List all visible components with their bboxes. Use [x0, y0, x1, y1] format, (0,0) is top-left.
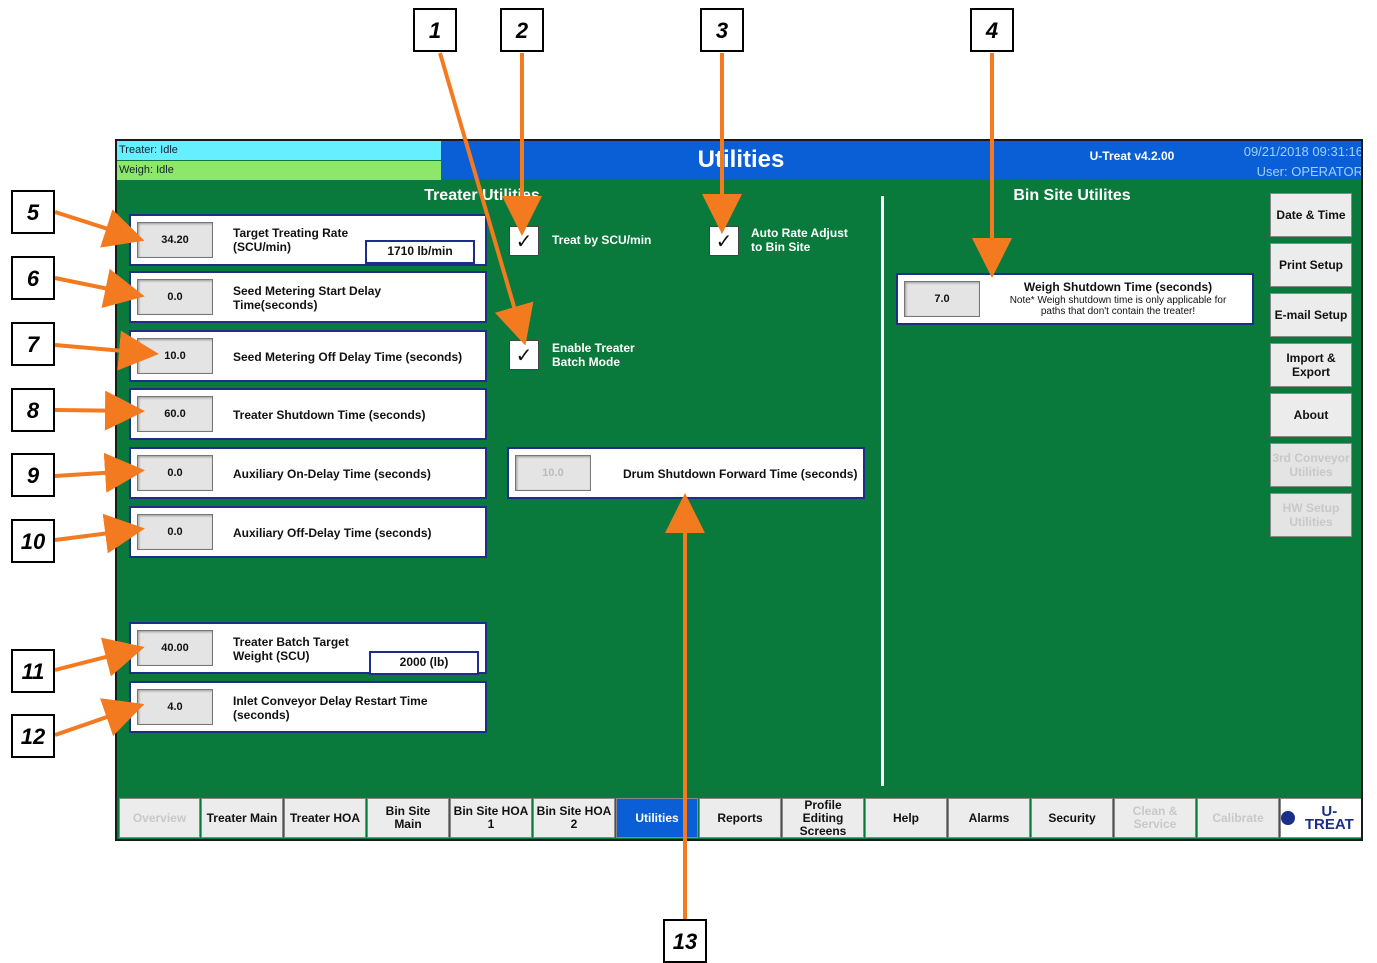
- section-divider: [881, 196, 884, 786]
- binsite-utilities-title: Bin Site Utilites: [1013, 187, 1131, 204]
- auto-rate-adjust-checkbox[interactable]: ✓: [709, 226, 739, 256]
- treater-batch-target-input[interactable]: 40.00: [137, 630, 213, 666]
- nav-bin-site-hoa-2[interactable]: Bin Site HOA 2: [533, 798, 615, 838]
- callout-5: 5: [11, 190, 55, 234]
- callout-3: 3: [700, 8, 744, 52]
- auxiliary-on-delay-panel: 0.0 Auxiliary On-Delay Time (seconds): [129, 447, 487, 499]
- seed-metering-start-delay-panel: 0.0 Seed Metering Start Delay Time(second…: [129, 271, 487, 323]
- callout-8: 8: [11, 388, 55, 432]
- treating-rate-lb-display: 1710 lb/min: [365, 240, 475, 264]
- weigh-shutdown-input[interactable]: 7.0: [904, 281, 980, 317]
- callout-11: 11: [11, 649, 55, 693]
- param-label: Seed Metering Start Delay Time(seconds): [233, 284, 382, 312]
- logo-icon: [1281, 811, 1295, 825]
- email-setup-button[interactable]: E-mail Setup: [1270, 293, 1352, 337]
- about-button[interactable]: About: [1270, 393, 1352, 437]
- nav-clean-service[interactable]: Clean & Service: [1114, 798, 1196, 838]
- auto-rate-adjust-label: Auto Rate Adjust to Bin Site: [751, 226, 848, 254]
- param-label: Auxiliary On-Delay Time (seconds): [233, 467, 431, 481]
- treater-batch-target-panel: 40.00 Treater Batch Target Weight (SCU) 2…: [129, 622, 487, 675]
- weigh-status: Weigh: Idle: [117, 161, 441, 180]
- seed-metering-start-delay-input[interactable]: 0.0: [137, 279, 213, 315]
- auxiliary-on-delay-input[interactable]: 0.0: [137, 455, 213, 491]
- batch-target-lb-display: 2000 (lb): [369, 651, 479, 675]
- print-setup-button[interactable]: Print Setup: [1270, 243, 1352, 287]
- auxiliary-off-delay-panel: 0.0 Auxiliary Off-Delay Time (seconds): [129, 506, 487, 558]
- batch-mode-label: Enable Treater Batch Mode: [552, 341, 635, 369]
- target-treating-rate-input[interactable]: 34.20: [137, 222, 213, 258]
- nav-profile-editing[interactable]: Profile Editing Screens: [782, 798, 864, 838]
- param-label: Treater Batch Target Weight (SCU): [233, 635, 349, 663]
- callout-2: 2: [500, 8, 544, 52]
- weigh-shutdown-label: Weigh Shutdown Time (seconds): [1023, 280, 1213, 294]
- date-time-button[interactable]: Date & Time: [1270, 193, 1352, 237]
- weigh-shutdown-note: Note* Weigh shutdown time is only applic…: [1009, 295, 1227, 317]
- conveyor-utilities-button[interactable]: 3rd Conveyor Utilities: [1270, 443, 1352, 487]
- nav-help[interactable]: Help: [865, 798, 947, 838]
- page-title: Utilities: [697, 146, 785, 173]
- nav-calibrate[interactable]: Calibrate: [1197, 798, 1279, 838]
- seed-metering-off-delay-panel: 10.0 Seed Metering Off Delay Time (secon…: [129, 330, 487, 382]
- hmi-screen: Treater: Idle Weigh: Idle Utilities U-Tr…: [115, 139, 1363, 841]
- nav-overview[interactable]: Overview: [119, 798, 200, 838]
- import-export-button[interactable]: Import & Export: [1270, 343, 1352, 387]
- nav-reports[interactable]: Reports: [699, 798, 781, 838]
- version-label: U-Treat v4.2.00: [1089, 149, 1175, 163]
- nav-utilities[interactable]: Utilities: [616, 798, 698, 838]
- drum-shutdown-label: Drum Shutdown Forward Time (seconds): [623, 467, 858, 481]
- u-treat-logo: U-TREAT: [1280, 798, 1361, 838]
- datetime-label: 09/21/2018 09:31:16: [1243, 144, 1363, 159]
- drum-shutdown-panel: 10.0 Drum Shutdown Forward Time (seconds…: [507, 447, 865, 499]
- nav-bin-site-hoa-1[interactable]: Bin Site HOA 1: [450, 798, 532, 838]
- treater-utilities-title: Treater Utilities: [424, 187, 540, 204]
- param-label: Target Treating Rate (SCU/min): [233, 226, 349, 254]
- callout-6: 6: [11, 256, 55, 300]
- callout-10: 10: [11, 519, 55, 563]
- target-treating-rate-panel: 34.20 Target Treating Rate (SCU/min) 1710…: [129, 214, 487, 266]
- batch-mode-checkbox[interactable]: ✓: [509, 340, 539, 370]
- treater-shutdown-time-input[interactable]: 60.0: [137, 396, 213, 432]
- seed-metering-off-delay-input[interactable]: 10.0: [137, 338, 213, 374]
- nav-treater-main[interactable]: Treater Main: [201, 798, 283, 838]
- inlet-conveyor-delay-input[interactable]: 4.0: [137, 689, 213, 725]
- inlet-conveyor-delay-panel: 4.0 Inlet Conveyor Delay Restart Time (se…: [129, 681, 487, 733]
- nav-bin-site-main[interactable]: Bin Site Main: [367, 798, 449, 838]
- nav-security[interactable]: Security: [1031, 798, 1113, 838]
- nav-treater-hoa[interactable]: Treater HOA: [284, 798, 366, 838]
- callout-9: 9: [11, 453, 55, 497]
- treater-status: Treater: Idle: [117, 141, 441, 160]
- weigh-shutdown-panel: 7.0 Weigh Shutdown Time (seconds) Note* …: [896, 273, 1254, 325]
- treat-by-scu-label: Treat by SCU/min: [552, 233, 652, 247]
- hw-setup-utilities-button[interactable]: HW Setup Utilities: [1270, 493, 1352, 537]
- param-label: Seed Metering Off Delay Time (seconds): [233, 350, 463, 364]
- param-label: Treater Shutdown Time (seconds): [233, 408, 426, 422]
- nav-alarms[interactable]: Alarms: [948, 798, 1030, 838]
- param-label: Auxiliary Off-Delay Time (seconds): [233, 526, 432, 540]
- user-label: User: OPERATOR: [1256, 164, 1363, 179]
- callout-7: 7: [11, 322, 55, 366]
- treat-by-scu-checkbox[interactable]: ✓: [509, 226, 539, 256]
- callout-4: 4: [970, 8, 1014, 52]
- drum-shutdown-input[interactable]: 10.0: [515, 455, 591, 491]
- treater-shutdown-time-panel: 60.0 Treater Shutdown Time (seconds): [129, 388, 487, 440]
- callout-13: 13: [663, 919, 707, 963]
- callout-1: 1: [413, 8, 457, 52]
- callout-12: 12: [11, 714, 55, 758]
- auxiliary-off-delay-input[interactable]: 0.0: [137, 514, 213, 550]
- param-label: Inlet Conveyor Delay Restart Time (second…: [233, 694, 428, 722]
